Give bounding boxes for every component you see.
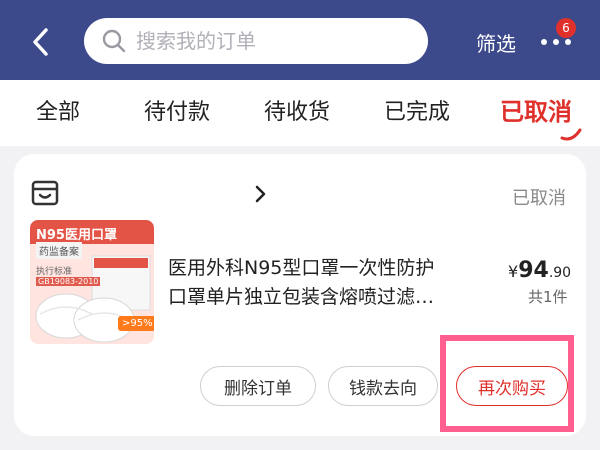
tab-all[interactable]: 全部 [36, 94, 80, 126]
chevron-right-icon[interactable] [252, 184, 268, 204]
filter-button[interactable]: 筛选 [476, 28, 516, 57]
order-status: 已取消 [512, 188, 566, 209]
search-icon [102, 29, 126, 53]
product-title-line1: 医用外科N95型口罩一次性防护 [168, 257, 435, 279]
delete-order-button[interactable]: 删除订单 [200, 366, 316, 406]
product-title-line2: 口罩单片独立包装含熔喷过滤… [168, 286, 435, 308]
product-image[interactable]: N95医用口罩 药监备案 执行标准 GB19083-2010 >95% [30, 220, 154, 344]
notification-badge: 6 [556, 18, 576, 38]
image-standard-label: 执行标准 [36, 267, 73, 277]
order-tabs: 全部 待付款 待收货 已完成 已取消 [0, 80, 600, 146]
buy-again-button[interactable]: 再次购买 [456, 366, 568, 406]
image-label-n95: N95医用口罩 [36, 228, 117, 243]
order-card: 已取消 N95医用口罩 药监备案 执行标准 GB19083-2010 >95% … [14, 154, 586, 436]
product-price: ¥94.90 [508, 258, 571, 283]
image-standard-code: GB19083-2010 [36, 277, 101, 286]
tab-pending-receipt[interactable]: 待收货 [264, 94, 330, 126]
product-title[interactable]: 医用外科N95型口罩一次性防护 口罩单片独立包装含熔喷过滤… [168, 254, 468, 312]
search-input[interactable] [136, 29, 416, 53]
tab-pending-payment[interactable]: 待付款 [144, 94, 210, 126]
price-integer: 94 [518, 258, 549, 283]
price-currency: ¥ [508, 262, 519, 281]
chevron-left-icon [33, 28, 48, 56]
search-box[interactable] [84, 18, 428, 64]
image-tag: 药监备案 [36, 242, 82, 259]
header-bar: 筛选 6 [0, 0, 600, 80]
image-filter-percent: >95% [118, 316, 154, 331]
price-decimal: .90 [548, 265, 572, 281]
product-quantity: 共1件 [528, 288, 568, 306]
more-dots-icon [541, 39, 571, 45]
refund-status-button[interactable]: 钱款去向 [328, 366, 438, 406]
tab-completed[interactable]: 已完成 [384, 94, 450, 126]
active-tab-indicator [560, 128, 582, 141]
tab-cancelled[interactable]: 已取消 [500, 92, 572, 127]
back-button[interactable] [26, 22, 58, 62]
shop-icon [31, 180, 59, 206]
